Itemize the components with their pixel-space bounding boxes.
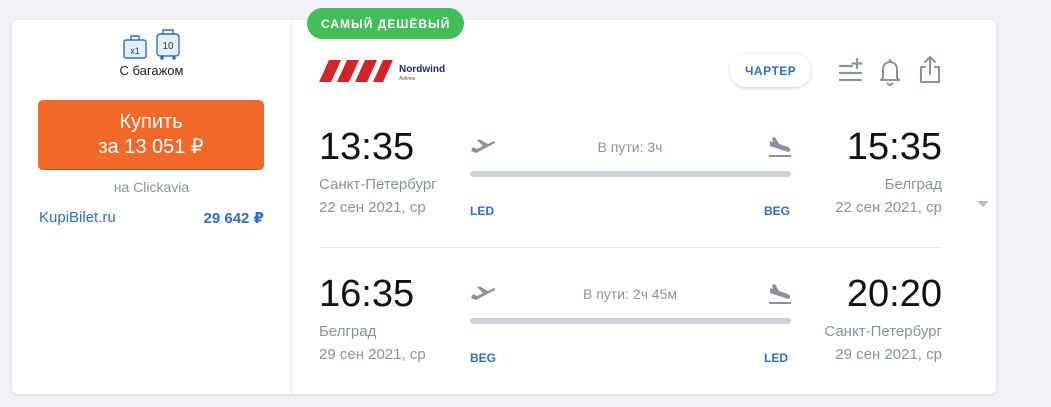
alternative-price[interactable]: 29 642 ₽: [204, 209, 264, 227]
seller-label: на Clickavia: [113, 179, 190, 195]
itinerary-panel: Nordwind Airlines ЧАРТЕР 13:35 Санкт-Пет…: [292, 20, 964, 394]
flight-track: [470, 171, 791, 177]
arrival-date: 29 сен 2021, ср: [835, 346, 942, 363]
airline-logo: Nordwind Airlines: [319, 60, 454, 84]
departure-airport-code: BEG: [470, 351, 497, 365]
flight-duration: В пути: 3ч: [597, 139, 663, 155]
departure-time: 13:35: [319, 126, 415, 168]
baggage-label: С багажом: [119, 63, 184, 78]
ticket-card: x1 10 С багажом Купить за 13 051 ₽ на Cl…: [12, 20, 996, 394]
arrival-time: 15:35: [846, 126, 942, 168]
nordwind-logo-icon: [319, 60, 393, 82]
departure-city: Санкт-Петербург: [319, 176, 437, 193]
arrival-airport-code: LED: [764, 351, 788, 365]
svg-text:x1: x1: [130, 46, 140, 56]
expand-chevron-icon[interactable]: [977, 201, 989, 207]
departure-airport-code: LED: [470, 204, 494, 218]
landing-icon: [768, 136, 792, 158]
share-icon[interactable]: [916, 54, 944, 86]
arrival-airport-code: BEG: [764, 204, 791, 218]
buy-button-label: Купить: [119, 110, 183, 133]
checked-baggage-icon: 10: [154, 29, 182, 61]
arrival-city: Санкт-Петербург: [824, 323, 942, 340]
airline-subname: Airlines: [399, 76, 416, 82]
departure-date: 22 сен 2021, ср: [319, 199, 426, 216]
offer-panel: x1 10 С багажом Купить за 13 051 ₽ на Cl…: [12, 20, 292, 394]
departure-time: 16:35: [319, 273, 415, 315]
add-to-list-icon[interactable]: [837, 54, 865, 86]
charter-tag: ЧАРТЕР: [730, 54, 812, 87]
arrival-date: 22 сен 2021, ср: [835, 199, 942, 216]
buy-button-price: за 13 051 ₽: [98, 135, 204, 158]
buy-button[interactable]: Купить за 13 051 ₽: [38, 100, 264, 169]
flight-segment-outbound: 13:35 Санкт-Петербург 22 сен 2021, ср В …: [292, 118, 964, 228]
alternative-seller-link[interactable]: KupiBilet.ru: [39, 209, 116, 226]
flight-duration: В пути: 2ч 45м: [583, 286, 677, 302]
segment-divider: [319, 247, 942, 248]
bell-icon[interactable]: [876, 54, 904, 86]
flight-track: [470, 318, 791, 324]
departure-city: Белград: [319, 323, 377, 340]
arrival-city: Белград: [884, 176, 942, 193]
cheapest-badge: САМЫЙ ДЕШЁВЫЙ: [307, 8, 465, 39]
landing-icon: [768, 283, 792, 305]
arrival-time: 20:20: [846, 273, 942, 315]
departure-date: 29 сен 2021, ср: [319, 346, 426, 363]
flight-segment-return: 16:35 Белград 29 сен 2021, ср В пути: 2ч…: [292, 265, 964, 375]
svg-text:10: 10: [162, 41, 174, 52]
airline-name: Nordwind: [399, 64, 446, 75]
